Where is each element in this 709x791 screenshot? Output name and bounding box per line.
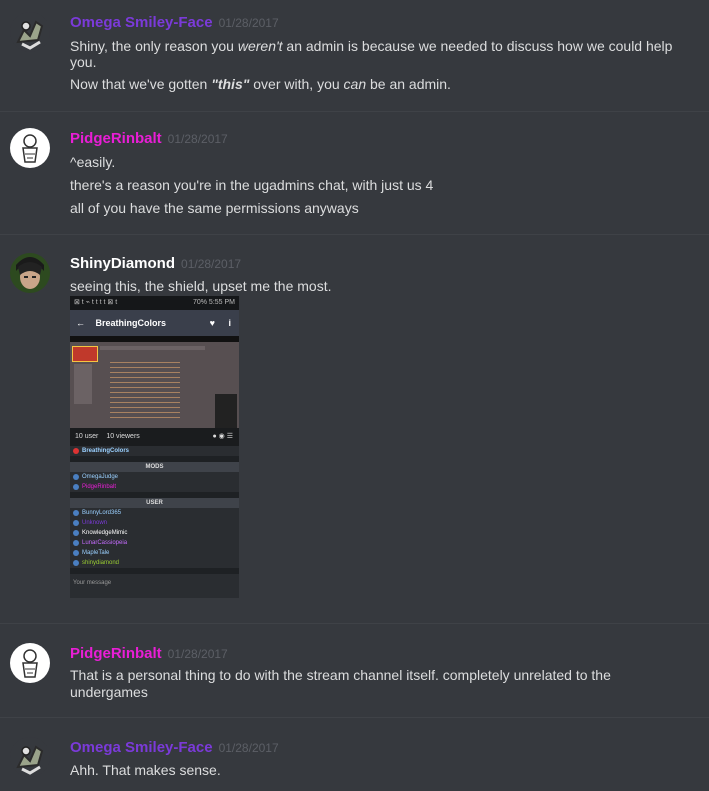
- phone-app-bar: ← BreathingColors ♥ i: [70, 310, 239, 336]
- channel-name: BreathingColors: [95, 318, 167, 328]
- message-text: undergames: [70, 684, 148, 700]
- mod-row: OmegaJudge: [70, 472, 239, 482]
- avatar-pidge[interactable]: [10, 128, 50, 168]
- attached-image[interactable]: ⊠ t ⌁ t t t t ⊠ t 70% 5:55 PM ← Breathin…: [70, 296, 239, 598]
- user-row: shinydiamond: [70, 558, 239, 568]
- user-row: BunnyLord365: [70, 508, 239, 518]
- message-divider: [0, 623, 709, 624]
- message-divider: [0, 234, 709, 235]
- message-header: Omega Smiley-Face 01/28/2017: [70, 739, 279, 757]
- message-text: Shiny, the only reason you weren't an ad…: [70, 38, 673, 54]
- avatar-omega[interactable]: [10, 12, 50, 52]
- shiny-avatar-icon: [10, 253, 50, 293]
- status-time: 70% 5:55 PM: [192, 299, 235, 306]
- message-input-placeholder: Your message: [70, 574, 239, 598]
- message-header: ShinyDiamond 01/28/2017: [70, 255, 241, 273]
- message-text: seeing this, the shield, upset me the mo…: [70, 278, 332, 294]
- avatar-omega[interactable]: [10, 737, 50, 777]
- message-text: there's a reason you're in the ugadmins …: [70, 177, 434, 193]
- message-text: you.: [70, 54, 97, 70]
- user-row: LunarCassiopeia: [70, 538, 239, 548]
- user-row: Unknown: [70, 518, 239, 528]
- timestamp: 01/28/2017: [218, 741, 279, 755]
- omega-avatar-icon: [10, 737, 50, 777]
- avatar-pidge[interactable]: [10, 643, 50, 683]
- username[interactable]: Omega Smiley-Face: [70, 14, 213, 31]
- message-header: PidgeRinbalt 01/28/2017: [70, 130, 228, 148]
- timestamp: 01/28/2017: [167, 647, 228, 661]
- users-section-label: USER: [70, 498, 239, 508]
- message-text: Now that we've gotten "this" over with, …: [70, 76, 451, 92]
- username[interactable]: PidgeRinbalt: [70, 645, 162, 662]
- mods-section-label: MODS: [70, 462, 239, 472]
- status-icons: ⊠ t ⌁ t t t t ⊠ t: [74, 299, 118, 306]
- user-row: KnowledgeMimic: [70, 528, 239, 538]
- message-text: ^easily.: [70, 154, 116, 170]
- host-row: BreathingColors: [70, 446, 239, 456]
- phone-status-bar: ⊠ t ⌁ t t t t ⊠ t 70% 5:55 PM: [70, 296, 239, 310]
- pidge-avatar-icon: [10, 128, 50, 168]
- username[interactable]: Omega Smiley-Face: [70, 739, 213, 756]
- user-count: 10 user: [75, 433, 99, 440]
- viewer-bar: 10 user 10 viewers ● ◉ ☰: [70, 428, 239, 446]
- username[interactable]: ShinyDiamond: [70, 255, 175, 272]
- stream-preview: [70, 336, 239, 428]
- timestamp: 01/28/2017: [181, 257, 242, 271]
- username[interactable]: PidgeRinbalt: [70, 130, 162, 147]
- user-row: MapleTale: [70, 548, 239, 558]
- message-divider: [0, 717, 709, 718]
- back-arrow-icon: ←: [76, 318, 85, 328]
- viewer-count: 10 viewers: [106, 433, 140, 440]
- avatar-shiny[interactable]: [10, 253, 50, 293]
- message-header: PidgeRinbalt 01/28/2017: [70, 645, 228, 663]
- heart-icon: ♥: [209, 318, 215, 328]
- message-text: all of you have the same permissions any…: [70, 200, 359, 216]
- message-text: That is a personal thing to do with the …: [70, 667, 611, 683]
- info-icon: i: [228, 318, 231, 328]
- menu-icon: ● ◉ ☰: [212, 433, 233, 440]
- pidge-avatar-icon: [10, 643, 50, 683]
- message-divider: [0, 111, 709, 112]
- timestamp: 01/28/2017: [167, 132, 228, 146]
- message-header: Omega Smiley-Face 01/28/2017: [70, 14, 279, 32]
- message-text: Ahh. That makes sense.: [70, 762, 221, 778]
- omega-avatar-icon: [10, 12, 50, 52]
- mod-row: PidgeRinbalt: [70, 482, 239, 492]
- timestamp: 01/28/2017: [218, 16, 279, 30]
